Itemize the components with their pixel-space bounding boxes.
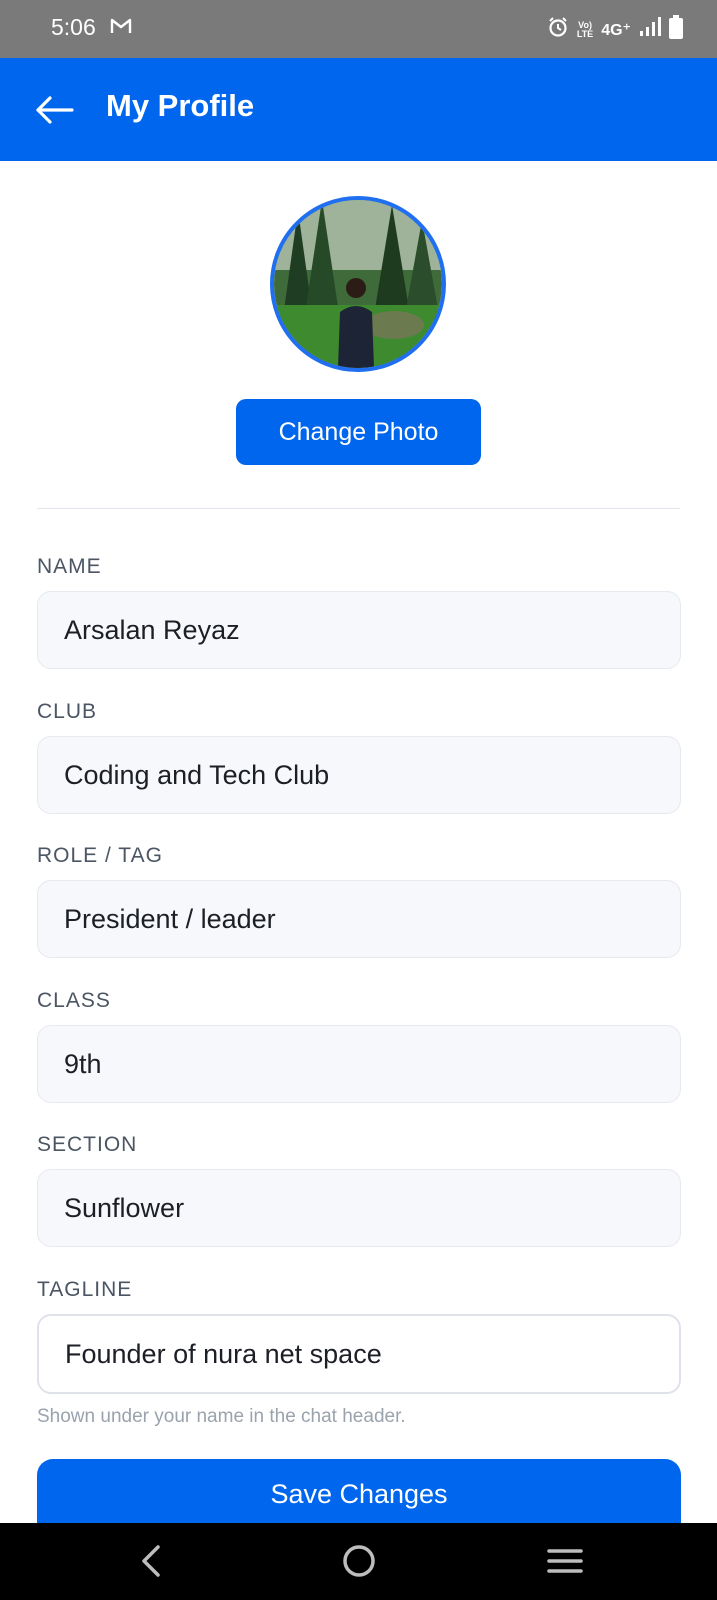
- volte-indicator: Vo) LTE: [576, 20, 594, 39]
- volte-line-2: LTE: [576, 28, 594, 39]
- name-label: NAME: [37, 555, 102, 578]
- nav-menu-icon[interactable]: [545, 1541, 585, 1581]
- club-field[interactable]: Coding and Tech Club: [37, 736, 681, 814]
- name-field[interactable]: Arsalan Reyaz: [37, 591, 681, 669]
- tagline-label: TAGLINE: [37, 1278, 133, 1301]
- alarm-icon: [547, 16, 569, 43]
- tagline-hint: Shown under your name in the chat header…: [37, 1406, 406, 1427]
- tagline-field[interactable]: Founder of nura net space: [37, 1314, 681, 1394]
- nav-home-icon[interactable]: [339, 1541, 379, 1581]
- role-field[interactable]: President / leader: [37, 880, 681, 958]
- role-label: ROLE / TAG: [37, 844, 163, 867]
- nav-back-icon[interactable]: [132, 1541, 172, 1581]
- change-photo-button[interactable]: Change Photo: [236, 399, 481, 465]
- avatar[interactable]: [270, 196, 446, 372]
- section-label: SECTION: [37, 1133, 138, 1156]
- arrow-left-icon[interactable]: [34, 94, 74, 126]
- signal-icon: [639, 17, 661, 42]
- class-field[interactable]: 9th: [37, 1025, 681, 1103]
- divider: [37, 508, 680, 509]
- status-icons: Vo) LTE 4G⁺: [547, 15, 683, 44]
- club-label: CLUB: [37, 700, 98, 723]
- profile-screen: 5:06 Vo) LTE 4G⁺ My Profile Change Photo…: [0, 0, 717, 1600]
- section-field[interactable]: Sunflower: [37, 1169, 681, 1247]
- status-time: 5:06: [51, 14, 96, 40]
- status-bar: 5:06 Vo) LTE 4G⁺: [0, 0, 717, 58]
- page-title: My Profile: [106, 88, 255, 123]
- app-bar: My Profile: [0, 58, 717, 161]
- gmail-icon: [110, 17, 132, 40]
- system-nav-bar: [0, 1523, 717, 1600]
- battery-icon: [669, 15, 683, 44]
- network-type: 4G⁺: [601, 21, 631, 39]
- class-label: CLASS: [37, 989, 111, 1012]
